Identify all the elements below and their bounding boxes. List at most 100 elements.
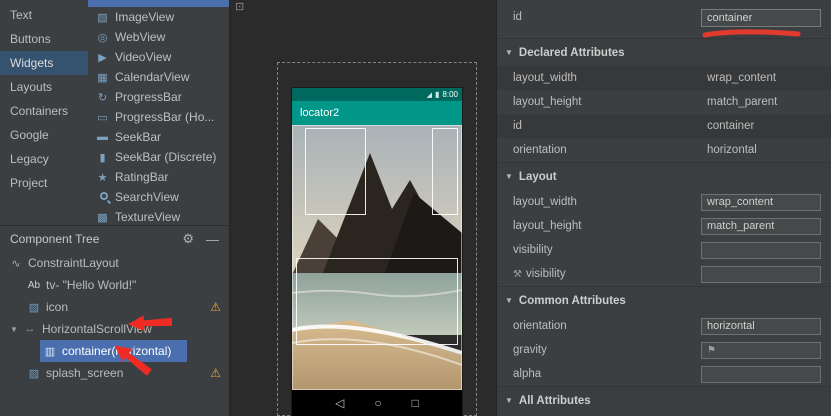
section-title: Declared Attributes: [519, 47, 625, 59]
palette-category-google[interactable]: Google: [0, 123, 88, 147]
palette-widget-progressbar[interactable]: ↻ ProgressBar: [88, 87, 229, 107]
red-arrow-annotation: [127, 312, 174, 334]
view-bounds-rect: [432, 128, 458, 215]
textureview-icon: ▩: [95, 211, 110, 224]
palette-widget-label: CalendarView: [115, 70, 190, 84]
section-common-attributes[interactable]: ▼ Common Attributes: [497, 286, 831, 314]
palette-widget-list: ▨ ImageView ◎ WebView ▶ VideoView ▦ Cale…: [88, 0, 229, 225]
attribute-name: layout_height: [497, 96, 581, 108]
tree-item-label: ConstraintLayout: [28, 256, 119, 270]
palette-widget-label: SeekBar: [115, 130, 161, 144]
attribute-name: orientation: [497, 320, 567, 332]
chevron-down-icon[interactable]: ▼: [10, 325, 22, 334]
palette-widget-selected-partial[interactable]: [88, 0, 229, 7]
tree-item-label: splash_screen: [46, 366, 123, 380]
warning-icon: ⚠: [210, 366, 221, 380]
palette-category-buttons[interactable]: Buttons: [0, 27, 88, 51]
palette-widget-label: WebView: [115, 30, 165, 44]
app-bar: locator2: [292, 101, 462, 125]
palette-widget-label: SearchView: [115, 190, 179, 204]
palette-category-text[interactable]: Text: [0, 3, 88, 27]
attribute-name: alpha: [497, 368, 541, 380]
device-status-bar: ◢ ▮ 8:00: [292, 88, 462, 101]
textview-icon: Ab: [26, 280, 42, 291]
palette-widget-imageview[interactable]: ▨ ImageView: [88, 7, 229, 27]
palette-widget-textureview[interactable]: ▩ TextureView: [88, 207, 229, 225]
attribute-row: layout_width wrap_content: [497, 190, 831, 214]
palette-widget-seekbar[interactable]: ▬ SeekBar: [88, 127, 229, 147]
palette-category-widgets[interactable]: Widgets: [0, 51, 88, 75]
palette-widget-seekbar-discrete[interactable]: ▮ SeekBar (Discrete): [88, 147, 229, 167]
combo-value: wrap_content: [707, 196, 773, 208]
attribute-row: alpha: [497, 362, 831, 386]
constraintlayout-icon: ∿: [8, 257, 24, 270]
attribute-value[interactable]: match_parent: [707, 96, 777, 108]
section-all-attributes[interactable]: ▼ All Attributes: [497, 386, 831, 414]
imageview-icon: ▨: [95, 11, 110, 24]
palette-category-legacy[interactable]: Legacy: [0, 147, 88, 171]
section-declared-attributes[interactable]: ▼ Declared Attributes: [497, 38, 831, 66]
attribute-row: layout_height match_parent: [497, 90, 831, 114]
wrench-icon: ⚒: [513, 269, 522, 280]
tree-item-horizontalscrollview[interactable]: ▼ ↔ HorizontalScrollView: [0, 318, 229, 340]
palette-category-layouts[interactable]: Layouts: [0, 75, 88, 99]
chevron-down-icon: ▼: [505, 296, 513, 305]
palette-widget-label: VideoView: [115, 50, 171, 64]
palette-widget-calendarview[interactable]: ▦ CalendarView: [88, 67, 229, 87]
ratingbar-icon: ★: [95, 171, 110, 184]
attribute-name: orientation: [497, 144, 567, 156]
attribute-value[interactable]: wrap_content: [707, 72, 776, 84]
palette-categories: Text Buttons Widgets Layouts Containers …: [0, 0, 88, 225]
device-preview[interactable]: ◢ ▮ 8:00 locator2: [292, 88, 462, 416]
attribute-row-id: id container: [497, 0, 831, 38]
palette-widget-label: ProgressBar (Ho...: [115, 110, 214, 124]
attribute-value[interactable]: container: [707, 120, 754, 132]
layout-width-combo[interactable]: wrap_content: [701, 194, 821, 211]
section-layout[interactable]: ▼ Layout: [497, 162, 831, 190]
design-surface[interactable]: ⊡ ◢ ▮ 8:00 locator2: [231, 0, 496, 416]
palette-widget-videoview[interactable]: ▶ VideoView: [88, 47, 229, 67]
orientation-combo[interactable]: horizontal: [701, 318, 821, 335]
layout-preview-image[interactable]: [292, 125, 462, 390]
combo-value: horizontal: [707, 320, 755, 332]
declared-attributes-rows: layout_width wrap_content layout_height …: [497, 66, 831, 162]
attribute-row: orientation horizontal: [497, 314, 831, 338]
palette-widget-label: TextureView: [115, 210, 180, 224]
id-input[interactable]: container: [701, 9, 821, 27]
palette-widget-ratingbar[interactable]: ★ RatingBar: [88, 167, 229, 187]
tree-item-icon[interactable]: ▨ icon ⚠: [0, 296, 229, 318]
attribute-row: layout_width wrap_content: [497, 66, 831, 90]
palette-category-containers[interactable]: Containers: [0, 99, 88, 123]
layout-height-combo[interactable]: match_parent: [701, 218, 821, 235]
gravity-combo[interactable]: ⚑: [701, 342, 821, 359]
attribute-row: gravity ⚑: [497, 338, 831, 362]
videoview-icon: ▶: [95, 51, 110, 64]
section-title: Layout: [519, 171, 557, 183]
tools-visibility-combo[interactable]: [701, 266, 821, 283]
battery-icon: ▮: [435, 90, 439, 99]
palette-category-project[interactable]: Project: [0, 171, 88, 195]
seekbar-icon: ▬: [95, 131, 110, 143]
imageview-icon: ▨: [26, 367, 42, 380]
tree-item-constraintlayout[interactable]: ∿ ConstraintLayout: [0, 252, 229, 274]
attribute-row: ⚒ visibility: [497, 262, 831, 286]
attribute-name: gravity: [497, 344, 547, 356]
tree-item-splash-screen[interactable]: ▨ splash_screen ⚠: [0, 362, 229, 384]
palette-widget-webview[interactable]: ◎ WebView: [88, 27, 229, 47]
tree-item-textview[interactable]: Ab tv- "Hello World!": [0, 274, 229, 296]
gear-icon[interactable]: ⚙: [182, 231, 194, 247]
attribute-name: id: [513, 11, 522, 23]
palette-widget-searchview[interactable]: SearchView: [88, 187, 229, 207]
visibility-combo[interactable]: [701, 242, 821, 259]
progressbar-horizontal-icon: ▭: [95, 111, 110, 124]
minimize-icon[interactable]: —: [206, 232, 219, 247]
design-corner-icon: ⊡: [235, 0, 244, 13]
seekbar-discrete-icon: ▮: [95, 151, 110, 164]
attribute-value[interactable]: horizontal: [707, 144, 757, 156]
palette-widget-label: SeekBar (Discrete): [115, 150, 216, 164]
alpha-input[interactable]: [701, 366, 821, 383]
palette-widget-progressbar-horizontal[interactable]: ▭ ProgressBar (Ho...: [88, 107, 229, 127]
palette-panel: Text Buttons Widgets Layouts Containers …: [0, 0, 230, 225]
attribute-row: visibility: [497, 238, 831, 262]
palette-widget-label: RatingBar: [115, 170, 168, 184]
